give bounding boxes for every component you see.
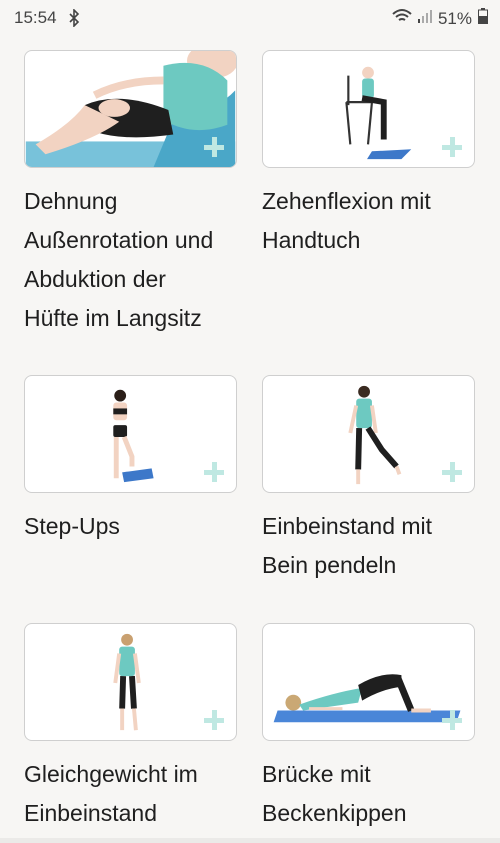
exercise-card-gleichgewicht[interactable] <box>24 623 237 741</box>
add-icon <box>204 710 224 730</box>
wifi-icon <box>392 8 412 29</box>
title-line: Dehnung <box>24 188 118 214</box>
battery-percent: 51% <box>437 8 472 28</box>
exercise-card-zehenflexion[interactable] <box>262 50 475 168</box>
bottom-divider <box>0 838 500 843</box>
title-line: Einbeinstand mit <box>262 513 433 539</box>
exercise-card-dehnung[interactable] <box>24 50 237 168</box>
title-line: Beckenkippen <box>262 800 407 826</box>
add-icon <box>442 462 462 482</box>
title-line: Einbeinstand <box>24 800 157 826</box>
title-line: Außenrotation und <box>24 227 214 253</box>
add-icon <box>204 137 224 157</box>
title-line: Hüfte im Langsitz <box>24 305 202 331</box>
status-time: 15:54 <box>14 8 57 27</box>
exercise-title-step-ups[interactable]: Step-Ups <box>24 507 244 546</box>
title-line: Gleichgewicht im <box>24 761 198 787</box>
status-right: 51% <box>392 8 488 29</box>
status-bar: 15:54 51% <box>0 0 500 36</box>
exercise-card-bruecke[interactable] <box>262 623 475 741</box>
add-icon <box>442 710 462 730</box>
bluetooth-icon <box>68 8 80 32</box>
exercise-title-dehnung[interactable]: Dehnung Außenrotation und Abduktion der … <box>24 182 244 338</box>
exercise-title-bruecke[interactable]: Brücke mit Beckenkippen <box>262 755 482 833</box>
title-line: Abduktion der <box>24 266 166 292</box>
signal-icon <box>417 8 432 29</box>
add-icon <box>442 137 462 157</box>
exercise-card-step-ups[interactable] <box>24 375 237 493</box>
add-icon <box>204 462 224 482</box>
exercise-title-gleichgewicht[interactable]: Gleichgewicht im Einbeinstand <box>24 755 244 833</box>
exercise-title-zehenflexion[interactable]: Zehenflexion mit Handtuch <box>262 182 482 260</box>
battery-icon <box>478 8 488 29</box>
title-line: Bein pendeln <box>262 552 397 578</box>
title-line: Zehenflexion mit <box>262 188 431 214</box>
title-line: Step-Ups <box>24 513 120 539</box>
exercise-title-einbeinstand-pendeln[interactable]: Einbeinstand mit Bein pendeln <box>262 507 482 585</box>
title-line: Handtuch <box>262 227 361 253</box>
exercise-card-einbeinstand-pendeln[interactable] <box>262 375 475 493</box>
title-line: Brücke mit <box>262 761 371 787</box>
